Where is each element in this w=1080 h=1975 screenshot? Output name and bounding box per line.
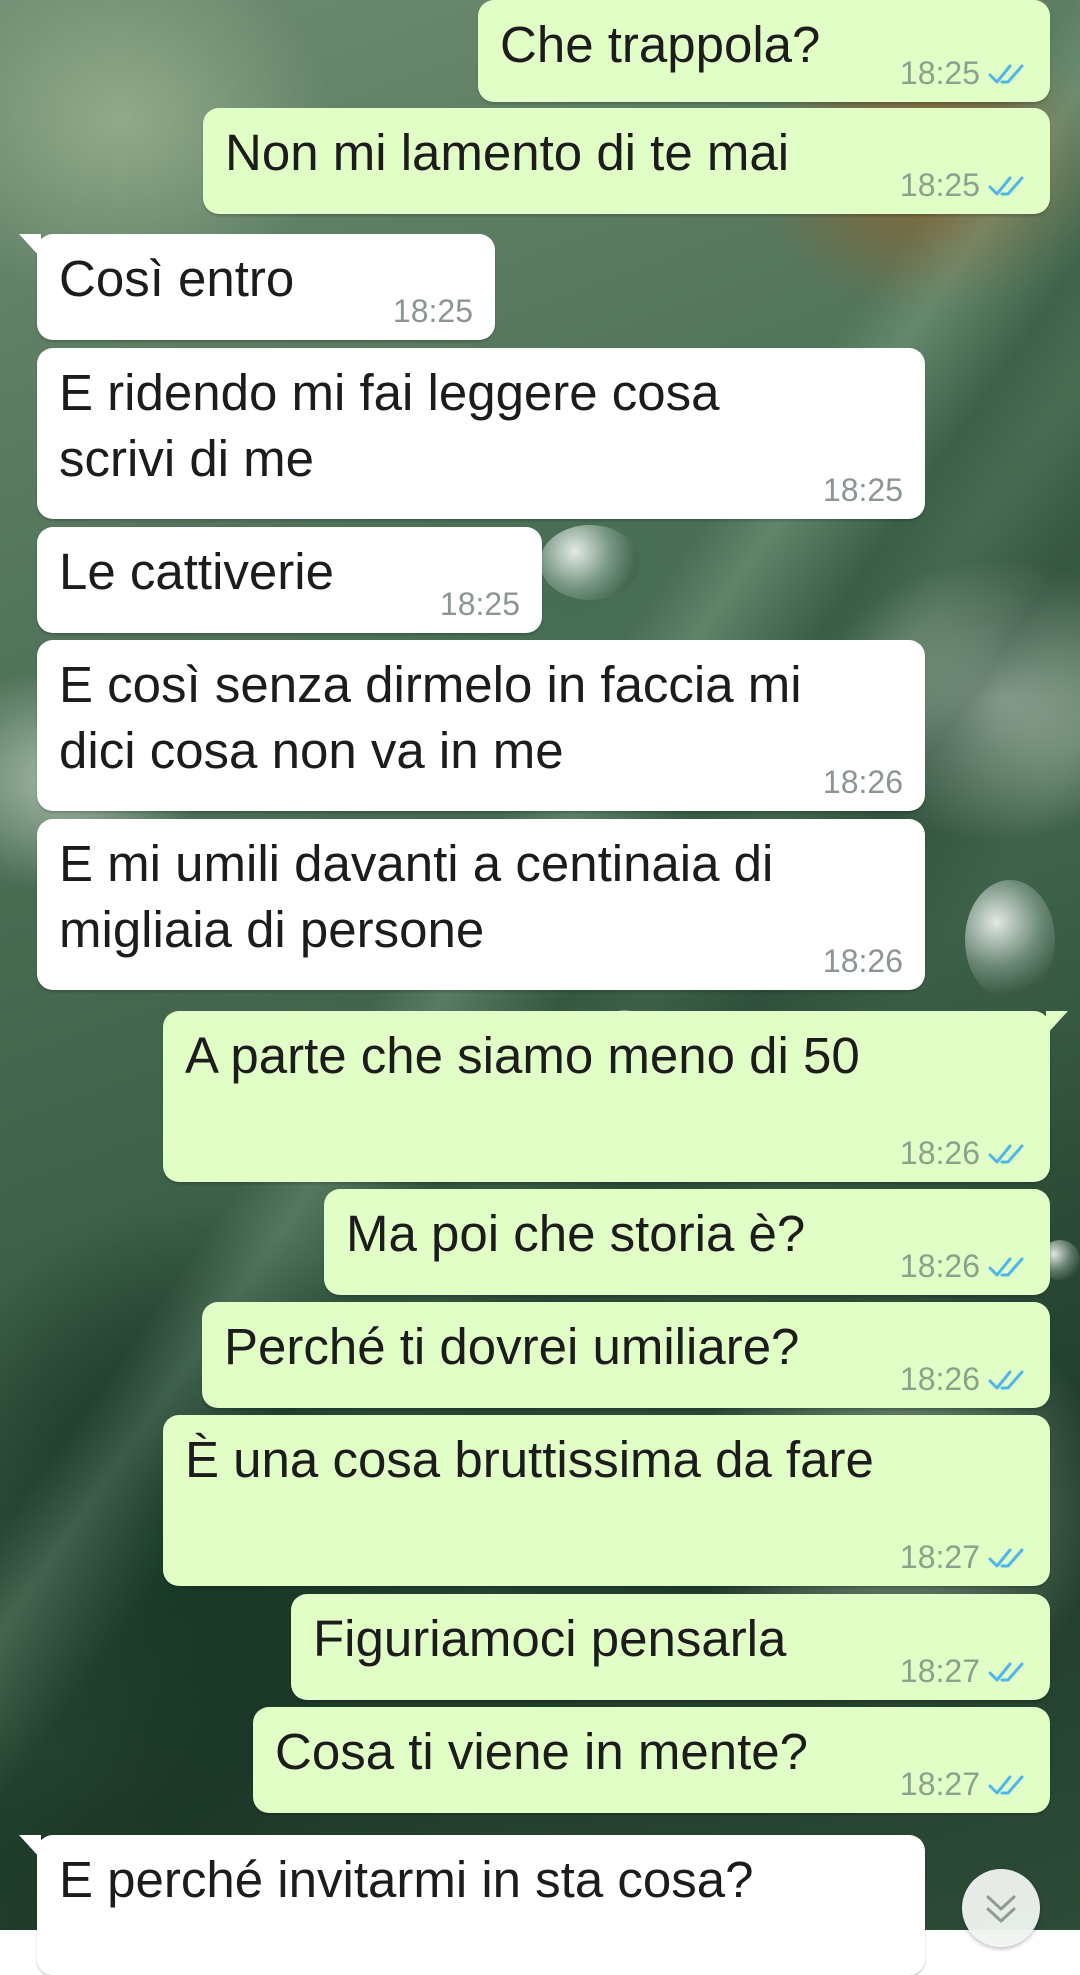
double-check-icon [988, 1548, 1024, 1567]
bubble-tail [19, 1835, 41, 1859]
double-check-icon [988, 1662, 1024, 1681]
message-text: E così senza dirmelo in faccia mi dici c… [59, 656, 802, 779]
double-check-icon [988, 1775, 1024, 1794]
message-bubble-outgoing[interactable]: A parte che siamo meno di 50 18:26 [163, 1011, 1068, 1182]
chevron-double-down-icon [986, 1895, 1016, 1923]
message-text: E mi umili davanti a centinaia di miglia… [59, 835, 774, 958]
message-time: 18:26 [899, 1248, 980, 1284]
message-text: Figuriamoci pensarla [313, 1610, 787, 1667]
message-time: 18:26 [899, 1135, 980, 1171]
message-bubble-incoming[interactable]: E mi umili davanti a centinaia di miglia… [37, 819, 925, 990]
message-time: 18:25 [822, 472, 903, 508]
message-time: 18:25 [392, 293, 473, 329]
message-meta: 18:26 [823, 764, 903, 801]
message-meta: 18:26 [900, 1361, 1028, 1398]
message-meta: 18:25 [900, 167, 1028, 204]
message-time: 18:25 [899, 167, 980, 203]
message-time: 18:27 [899, 1653, 980, 1689]
message-meta: 18:25 [900, 55, 1028, 92]
bubble-tail [1046, 1011, 1068, 1035]
scroll-down-button[interactable] [962, 1869, 1040, 1947]
message-time: 18:25 [439, 586, 520, 622]
message-bubble-incoming[interactable]: E così senza dirmelo in faccia mi dici c… [37, 640, 925, 811]
message-meta: 18:25 [393, 293, 473, 330]
message-text: E perché invitarmi in sta cosa? [59, 1851, 754, 1908]
message-bubble-outgoing[interactable]: Figuriamoci pensarla 18:27 [291, 1594, 1050, 1700]
message-bubble-outgoing[interactable]: È una cosa bruttissima da fare 18:27 [163, 1415, 1050, 1586]
message-text: Così entro [59, 250, 295, 307]
double-check-icon [988, 1370, 1024, 1389]
message-text: Cosa ti viene in mente? [275, 1723, 808, 1780]
message-bubble-outgoing[interactable]: Non mi lamento di te mai 18:25 [203, 108, 1050, 214]
double-check-icon [988, 1257, 1024, 1276]
message-bubble-incoming[interactable]: Le cattiverie 18:25 [37, 527, 542, 633]
double-check-icon [988, 1144, 1024, 1163]
message-text: Ma poi che storia è? [346, 1205, 806, 1262]
message-meta: 18:26 [823, 943, 903, 980]
message-bubble-outgoing[interactable]: Che trappola? 18:25 [478, 0, 1050, 102]
message-meta: 18:25 [440, 586, 520, 623]
message-time: 18:27 [899, 1766, 980, 1802]
message-meta: 18:26 [900, 1248, 1028, 1285]
message-time: 18:27 [899, 1539, 980, 1575]
message-meta: 18:27 [900, 1766, 1028, 1803]
message-text: È una cosa bruttissima da fare [185, 1431, 874, 1488]
message-time: 18:25 [899, 55, 980, 91]
message-text: A parte che siamo meno di 50 [185, 1027, 860, 1084]
message-text: Le cattiverie [59, 543, 334, 600]
message-meta: 18:27 [900, 1539, 1028, 1576]
message-meta: 18:25 [823, 472, 903, 509]
message-bubble-incoming[interactable]: E perché invitarmi in sta cosa? [19, 1835, 925, 1975]
message-bubble-outgoing[interactable]: Cosa ti viene in mente? 18:27 [253, 1707, 1050, 1813]
double-check-icon [988, 176, 1024, 195]
message-bubble-outgoing[interactable]: Ma poi che storia è? 18:26 [324, 1189, 1050, 1295]
message-meta: 18:27 [900, 1653, 1028, 1690]
message-list[interactable]: Che trappola? 18:25 Non mi lamento di te… [0, 0, 1080, 1975]
message-bubble-outgoing[interactable]: Perché ti dovrei umiliare? 18:26 [202, 1302, 1050, 1408]
bubble-tail [19, 234, 41, 258]
double-check-icon [988, 64, 1024, 83]
message-text: Non mi lamento di te mai [225, 124, 790, 181]
message-text: Che trappola? [500, 16, 821, 73]
message-time: 18:26 [822, 943, 903, 979]
message-bubble-incoming[interactable]: E ridendo mi fai leggere cosa scrivi di … [37, 348, 925, 519]
message-meta: 18:26 [900, 1135, 1028, 1172]
message-text: Perché ti dovrei umiliare? [224, 1318, 800, 1375]
message-time: 18:26 [822, 764, 903, 800]
message-text: E ridendo mi fai leggere cosa scrivi di … [59, 364, 720, 487]
message-time: 18:26 [899, 1361, 980, 1397]
message-bubble-incoming[interactable]: Così entro 18:25 [19, 234, 495, 340]
